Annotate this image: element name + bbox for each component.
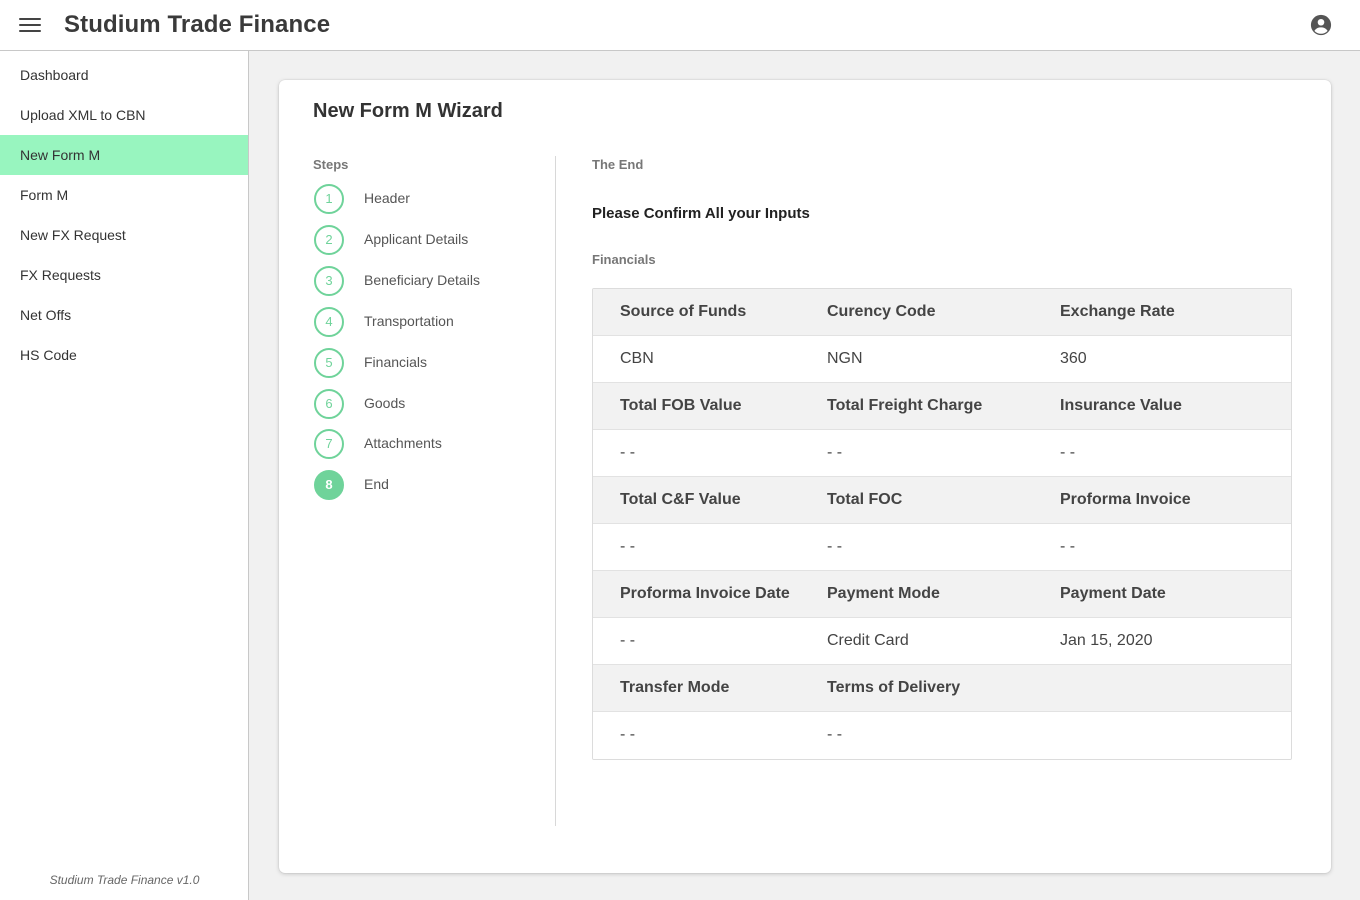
table-cell: 360 bbox=[1060, 350, 1087, 367]
table-header-row: Total FOB Value Total Freight Charge Ins… bbox=[593, 383, 1291, 430]
table-cell: - - bbox=[620, 726, 636, 743]
financials-summary-table: Source of Funds Curency Code Exchange Ra… bbox=[592, 288, 1292, 760]
step-number: 3 bbox=[314, 266, 344, 296]
table-cell: - - bbox=[620, 632, 636, 649]
steps-label: Steps bbox=[313, 157, 349, 172]
table-cell: - - bbox=[1060, 538, 1076, 555]
step-header[interactable]: 1 Header bbox=[314, 184, 534, 214]
table-header-cell: Total FOC bbox=[827, 491, 903, 508]
step-label: Header bbox=[364, 190, 410, 206]
step-label: Transportation bbox=[364, 313, 454, 329]
sidebar-item-upload-xml[interactable]: Upload XML to CBN bbox=[0, 95, 248, 135]
table-cell: - - bbox=[827, 726, 843, 743]
step-label: End bbox=[364, 476, 389, 492]
table-header-cell: Payment Date bbox=[1060, 585, 1166, 602]
table-cell: - - bbox=[1060, 444, 1076, 461]
section-title: The End bbox=[592, 157, 644, 172]
table-header-cell: Source of Funds bbox=[620, 303, 747, 320]
table-cell: Credit Card bbox=[827, 632, 909, 649]
step-label: Goods bbox=[364, 395, 406, 411]
table-header-cell: Terms of Delivery bbox=[827, 679, 961, 696]
table-cell: - - bbox=[620, 444, 636, 461]
table-cell: - - bbox=[827, 538, 843, 555]
sidebar-item-fx-requests[interactable]: FX Requests bbox=[0, 255, 248, 295]
table-value-row: - - - - bbox=[593, 712, 1291, 759]
wizard-title: New Form M Wizard bbox=[313, 100, 503, 122]
hamburger-menu-icon[interactable] bbox=[19, 16, 41, 34]
step-number: 4 bbox=[314, 307, 344, 337]
table-header-row: Total C&F Value Total FOC Proforma Invoi… bbox=[593, 477, 1291, 524]
step-financials[interactable]: 5 Financials bbox=[314, 348, 534, 378]
step-beneficiary-details[interactable]: 3 Beneficiary Details bbox=[314, 266, 534, 296]
table-header-cell: Proforma Invoice Date bbox=[620, 585, 790, 602]
table-cell: - - bbox=[827, 444, 843, 461]
step-goods[interactable]: 6 Goods bbox=[314, 389, 534, 419]
step-number: 5 bbox=[314, 348, 344, 378]
steps-divider bbox=[555, 156, 556, 826]
step-label: Attachments bbox=[364, 435, 442, 451]
app-title: Studium Trade Finance bbox=[64, 11, 331, 38]
step-label: Beneficiary Details bbox=[364, 272, 480, 288]
table-header-cell: Proforma Invoice bbox=[1060, 491, 1191, 508]
table-header-row: Transfer Mode Terms of Delivery bbox=[593, 665, 1291, 712]
table-header-cell: Curency Code bbox=[827, 303, 936, 320]
step-number: 7 bbox=[314, 429, 344, 459]
table-cell: NGN bbox=[827, 350, 863, 367]
table-value-row: CBN NGN 360 bbox=[593, 336, 1291, 383]
table-cell: CBN bbox=[620, 350, 654, 367]
sidebar-item-new-form-m[interactable]: New Form M bbox=[0, 135, 248, 175]
step-label: Financials bbox=[364, 354, 428, 370]
table-header-row: Source of Funds Curency Code Exchange Ra… bbox=[593, 289, 1291, 336]
account-circle-icon[interactable] bbox=[1310, 14, 1332, 36]
table-header-cell: Payment Mode bbox=[827, 585, 940, 602]
step-number: 8 bbox=[314, 470, 344, 500]
table-value-row: - - Credit Card Jan 15, 2020 bbox=[593, 618, 1291, 665]
table-value-row: - - - - - - bbox=[593, 524, 1291, 571]
step-number: 2 bbox=[314, 225, 344, 255]
step-attachments[interactable]: 7 Attachments bbox=[314, 429, 534, 459]
table-value-row: - - - - - - bbox=[593, 430, 1291, 477]
confirm-heading: Please Confirm All your Inputs bbox=[592, 205, 810, 222]
sidebar-item-dashboard[interactable]: Dashboard bbox=[0, 55, 248, 95]
sidebar-item-net-offs[interactable]: Net Offs bbox=[0, 295, 248, 335]
table-header-cell: Total Freight Charge bbox=[827, 397, 983, 414]
table-cell: - - bbox=[620, 538, 636, 555]
step-end[interactable]: 8 End bbox=[314, 470, 534, 500]
step-number: 6 bbox=[314, 389, 344, 419]
sidebar-item-form-m[interactable]: Form M bbox=[0, 175, 248, 215]
table-header-cell: Insurance Value bbox=[1060, 397, 1182, 414]
wizard-card: New Form M Wizard Steps 1 Header 2 Appli… bbox=[279, 80, 1331, 873]
step-transportation[interactable]: 4 Transportation bbox=[314, 307, 534, 337]
table-header-cell: Exchange Rate bbox=[1060, 303, 1175, 320]
table-header-cell: Total C&F Value bbox=[620, 491, 741, 508]
app-version: Studium Trade Finance v1.0 bbox=[49, 873, 200, 887]
sidebar-item-new-fx-request[interactable]: New FX Request bbox=[0, 215, 248, 255]
table-header-cell: Total FOB Value bbox=[620, 397, 742, 414]
table-cell: Jan 15, 2020 bbox=[1060, 632, 1153, 649]
table-header-row: Proforma Invoice Date Payment Mode Payme… bbox=[593, 571, 1291, 618]
sidebar-item-hs-code[interactable]: HS Code bbox=[0, 335, 248, 375]
top-app-bar: Studium Trade Finance bbox=[0, 0, 1360, 51]
table-header-cell: Transfer Mode bbox=[620, 679, 730, 696]
step-number: 1 bbox=[314, 184, 344, 214]
sidebar-nav: Dashboard Upload XML to CBN New Form M F… bbox=[0, 51, 249, 900]
step-applicant-details[interactable]: 2 Applicant Details bbox=[314, 225, 534, 255]
step-label: Applicant Details bbox=[364, 231, 469, 247]
financials-group-title: Financials bbox=[592, 252, 656, 267]
